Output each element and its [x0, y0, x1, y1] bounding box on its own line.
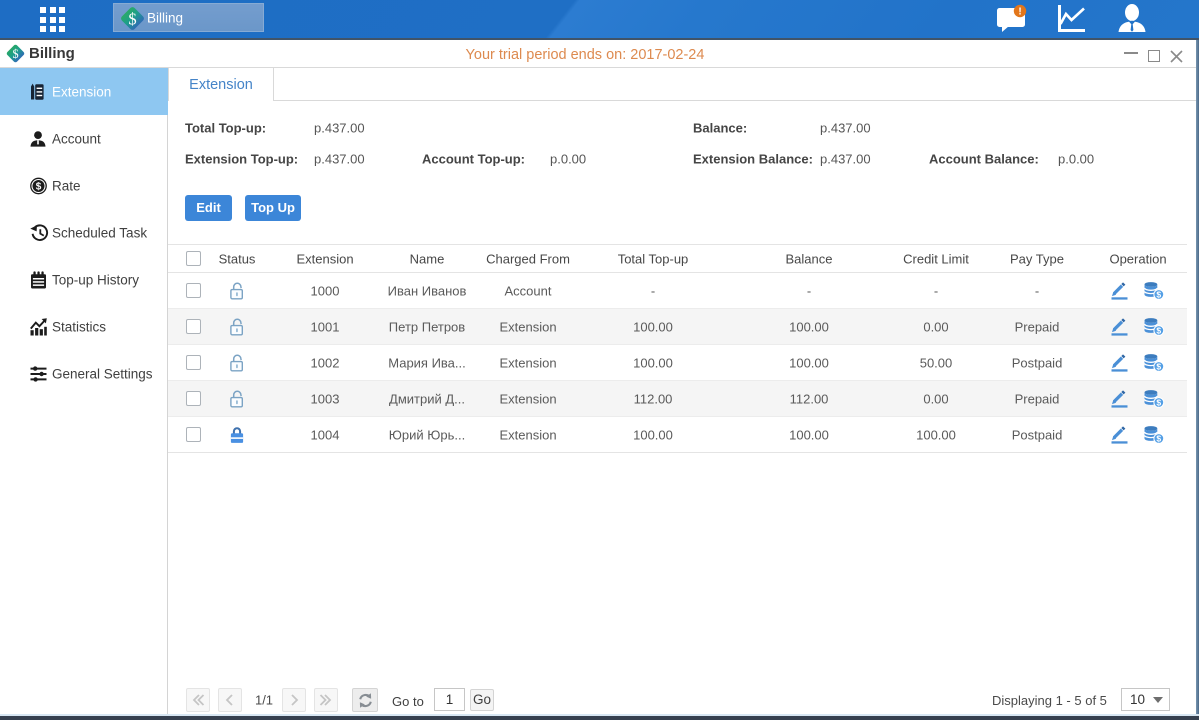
svg-text:$: $	[128, 9, 136, 28]
svg-text:$: $	[1156, 397, 1161, 407]
svg-text:$: $	[1156, 325, 1161, 335]
svg-text:$: $	[1156, 361, 1161, 371]
svg-text:$: $	[36, 181, 42, 192]
svg-text:$: $	[1156, 289, 1161, 299]
svg-text:$: $	[1156, 433, 1161, 443]
svg-text:!: !	[1018, 7, 1021, 18]
svg-text:$: $	[12, 47, 18, 61]
